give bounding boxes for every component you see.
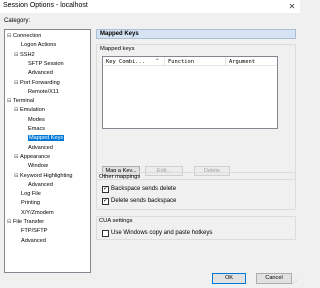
windows-hotkeys-label: Use Windows copy and paste hotkeys (111, 230, 213, 236)
tree-item-label: Window (28, 163, 48, 170)
tree-item[interactable]: ⊟ Emulation (14, 106, 45, 114)
backspace-sends-delete-option[interactable]: ✓ Backspace sends delete (102, 185, 176, 193)
column-divider[interactable] (164, 57, 165, 66)
tree-item[interactable]: ⊟ Appearance (14, 153, 50, 161)
tree-item-label: SFTP Session (28, 60, 64, 67)
backspace-sends-delete-label: Backspace sends delete (111, 186, 177, 192)
tree-item-label: Advanced (28, 70, 53, 77)
tree-item-label: Advanced (21, 237, 46, 244)
session-options-dialog: Category: ⊟ Connection Logon Actions ⊟ SSH2 S… (0, 13, 300, 288)
tree-item-label: SSH2 (20, 51, 35, 58)
tree-item[interactable]: SFTP Session (28, 60, 64, 68)
tree-item-label: Logon Actions (21, 42, 57, 49)
tree-item[interactable]: Advanced (28, 181, 53, 189)
ok-button[interactable]: OK (212, 273, 246, 284)
sort-icon: ^ (156, 59, 159, 64)
tree-item[interactable]: Window (28, 162, 48, 170)
column-argument[interactable]: Argument (229, 58, 255, 66)
tree-item[interactable]: Logon Actions (21, 41, 56, 49)
tree-item[interactable]: Remote/X11 (28, 88, 59, 96)
tree-item[interactable]: Advanced (28, 69, 53, 77)
delete-sends-backspace-option[interactable]: ✓ Delete sends backspace (102, 197, 176, 205)
close-icon[interactable]: ✕ (286, 1, 298, 12)
column-key-combination[interactable]: Key Combi... (106, 58, 145, 66)
tree-item-label: Port Forwarding (20, 79, 60, 86)
tree-item-label: Advanced (28, 144, 53, 151)
tree-item-label: Remote/X11 (28, 88, 59, 95)
resize-grip[interactable]: ⋰ (291, 279, 299, 287)
panel-header-title: Mapped Keys (100, 31, 139, 37)
window-title: Session Options - localhost (3, 2, 88, 9)
delete-sends-backspace-label: Delete sends backspace (111, 198, 177, 204)
tree-item[interactable]: Printing (21, 199, 40, 207)
tree-item[interactable]: FTP/SFTP (21, 227, 47, 235)
other-mappings-group: Other mappings ✓ Backspace sends delete ✓… (96, 172, 296, 210)
tree-item-label: File Transfer (13, 219, 45, 225)
tree-item[interactable]: ⊟ Terminal (7, 97, 34, 105)
tree-item[interactable]: ⊟ SSH2 (14, 51, 35, 59)
tree-item-label: Mapped Keys (28, 135, 65, 142)
cancel-button[interactable]: Cancel (256, 273, 292, 284)
category-label: Category: (4, 18, 31, 24)
panel-header: Mapped Keys (96, 29, 296, 39)
tree-item-label: Emacs (28, 126, 46, 132)
tree-item[interactable]: Emacs (28, 125, 45, 133)
category-tree[interactable]: ⊟ Connection Logon Actions ⊟ SSH2 SFTP Sessio… (4, 29, 91, 273)
other-mappings-title: Other mappings (99, 174, 141, 180)
tree-item-label: Emulation (20, 107, 45, 114)
tree-item-label: X/Y/Zmodem (21, 209, 54, 216)
tree-item[interactable]: ⊟ File Transfer (7, 218, 44, 226)
tree-item-label: Appearance (20, 153, 51, 160)
mapped-keys-list[interactable]: Key Combi... ^ Function Argument (102, 56, 278, 129)
tree-item[interactable]: Modes (28, 116, 45, 124)
list-header: Key Combi... ^ Function Argument (103, 57, 277, 66)
windows-hotkeys-option[interactable]: Use Windows copy and paste hotkeys (102, 229, 212, 237)
tree-item[interactable]: X/Y/Zmodem (21, 209, 54, 217)
tree-item-label: Modes (28, 116, 45, 123)
cua-settings-title: CUA settings (99, 218, 133, 224)
tree-item-label: Keyword Highlighting (20, 172, 73, 179)
mapped-keys-group-title: Mapped keys (100, 46, 135, 52)
tree-item-label: Log File (21, 191, 41, 198)
tree-item[interactable]: ⊟ Keyword Highlighting (14, 172, 73, 180)
backspace-sends-delete-checkbox[interactable]: ✓ (102, 185, 109, 193)
tree-item[interactable]: Log File (21, 190, 41, 198)
cua-settings-group: CUA settings Use Windows copy and paste … (96, 216, 296, 240)
mapped-keys-group: Mapped keys Key Combi... ^ Function Argu… (96, 44, 296, 180)
tree-item[interactable]: Mapped Keys (28, 134, 65, 142)
tree-item-label: Terminal (13, 98, 35, 105)
tree-item-label: Advanced (28, 181, 53, 188)
tree-item-label: Connection (13, 33, 42, 39)
delete-sends-backspace-checkbox[interactable]: ✓ (102, 197, 109, 205)
mapped-keys-panel: Mapped Keys Mapped keys Key Combi... ^ F… (96, 29, 296, 274)
tree-item[interactable]: Advanced (21, 237, 46, 245)
tree-item-label: FTP/SFTP (21, 228, 48, 235)
title-bar: Session Options - localhost ✕ (0, 0, 300, 13)
tree-item[interactable]: ⊟ Port Forwarding (14, 79, 60, 87)
tree-item[interactable]: Advanced (28, 144, 53, 152)
windows-hotkeys-checkbox[interactable] (102, 229, 109, 237)
column-divider[interactable] (225, 57, 226, 66)
column-function[interactable]: Function (168, 58, 194, 66)
tree-item-label: Printing (21, 200, 40, 207)
tree-item[interactable]: ⊟ Connection (7, 32, 41, 40)
